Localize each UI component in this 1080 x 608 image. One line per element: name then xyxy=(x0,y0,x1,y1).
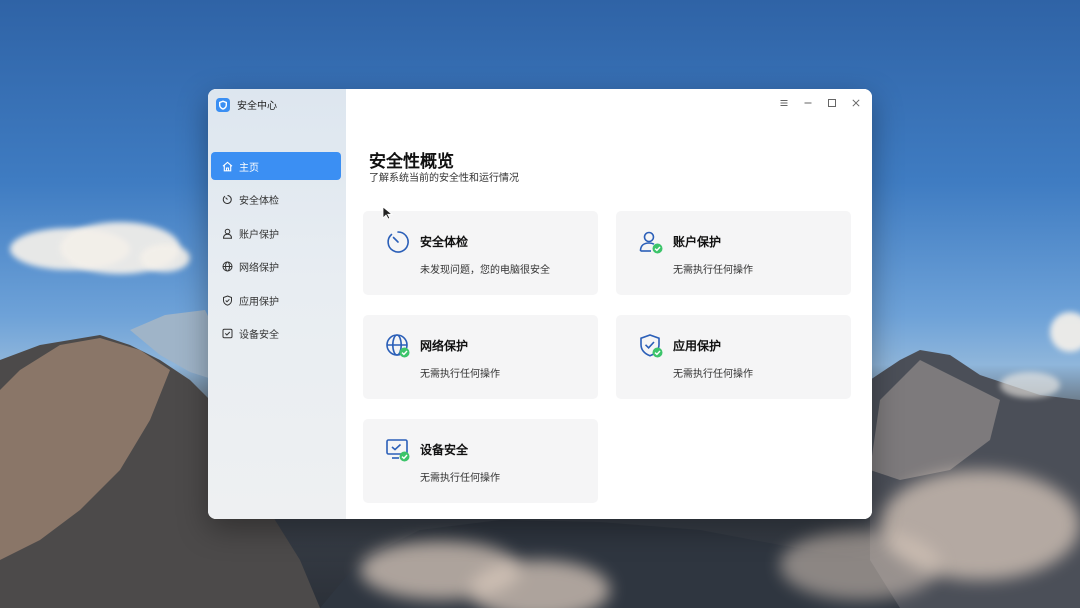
sidebar-nav: 主页 安全体检 账户保护 网络保护 应用保护 设备安全 xyxy=(211,152,341,353)
card-desc: 无需执行任何操作 xyxy=(673,369,753,380)
card-network-protection[interactable]: 网络保护 无需执行任何操作 xyxy=(363,315,598,399)
card-device-security[interactable]: 设备安全 无需执行任何操作 xyxy=(363,419,598,503)
page-subtitle: 了解系统当前的安全性和运行情况 xyxy=(369,173,519,184)
checkup-icon xyxy=(387,231,409,253)
app-title: 安全中心 xyxy=(237,101,277,112)
card-app-protection[interactable]: 应用保护 无需执行任何操作 xyxy=(616,315,851,399)
card-account-protection[interactable]: 账户保护 无需执行任何操作 xyxy=(616,211,851,295)
globe-icon xyxy=(222,261,233,272)
user-icon xyxy=(222,228,233,239)
checkup-icon xyxy=(222,195,232,204)
card-title: 设备安全 xyxy=(420,443,469,457)
card-security-checkup[interactable]: 安全体检 未发现问题，您的电脑很安全 xyxy=(363,211,598,295)
user-check-icon xyxy=(639,231,663,254)
device-check-icon xyxy=(222,328,233,339)
close-button[interactable] xyxy=(848,95,864,111)
globe-check-icon xyxy=(386,334,410,358)
sidebar-item-label: 设备安全 xyxy=(239,330,279,341)
sidebar-item-device-security[interactable]: 设备安全 xyxy=(211,320,341,348)
maximize-icon xyxy=(828,99,836,107)
card-title: 应用保护 xyxy=(673,339,722,353)
card-desc: 无需执行任何操作 xyxy=(420,369,500,380)
sidebar-item-account[interactable]: 账户保护 xyxy=(211,219,341,247)
card-desc: 无需执行任何操作 xyxy=(673,265,753,276)
window-controls xyxy=(776,95,864,111)
card-desc: 无需执行任何操作 xyxy=(420,473,500,484)
shield-icon xyxy=(223,294,232,306)
menu-icon xyxy=(780,100,788,106)
sidebar: 安全中心 主页 安全体检 账户保护 网络保护 应用保护 设备安全 xyxy=(208,89,346,519)
minimize-icon xyxy=(804,102,812,104)
sidebar-item-network[interactable]: 网络保护 xyxy=(211,253,341,281)
app-header: 安全中心 xyxy=(216,97,277,112)
monitor-check-icon xyxy=(386,439,410,462)
home-icon xyxy=(222,161,233,171)
sidebar-item-label: 应用保护 xyxy=(239,296,279,308)
security-center-window: 安全中心 主页 安全体检 账户保护 网络保护 应用保护 设备安全 安全性概览 了… xyxy=(208,89,872,519)
sidebar-item-label: 主页 xyxy=(239,162,259,174)
main-panel: 安全性概览 了解系统当前的安全性和运行情况 安全体检 未发现问题，您的电脑很安全… xyxy=(346,89,872,519)
sidebar-item-app-protection[interactable]: 应用保护 xyxy=(211,286,341,314)
card-title: 安全体检 xyxy=(420,235,469,249)
card-desc: 未发现问题，您的电脑很安全 xyxy=(420,265,550,276)
sidebar-item-label: 账户保护 xyxy=(239,229,279,241)
sidebar-item-home[interactable]: 主页 xyxy=(211,152,341,180)
close-icon xyxy=(852,99,860,107)
sidebar-item-label: 安全体检 xyxy=(239,196,279,207)
card-title: 网络保护 xyxy=(420,339,469,353)
app-logo-icon xyxy=(216,97,230,112)
maximize-button[interactable] xyxy=(824,95,840,111)
shield-check-icon xyxy=(640,334,663,358)
sidebar-item-checkup[interactable]: 安全体检 xyxy=(211,186,341,214)
menu-button[interactable] xyxy=(776,95,792,111)
mouse-cursor-icon xyxy=(382,206,394,220)
card-title: 账户保护 xyxy=(673,235,722,249)
sidebar-item-label: 网络保护 xyxy=(239,263,279,274)
minimize-button[interactable] xyxy=(800,95,816,111)
